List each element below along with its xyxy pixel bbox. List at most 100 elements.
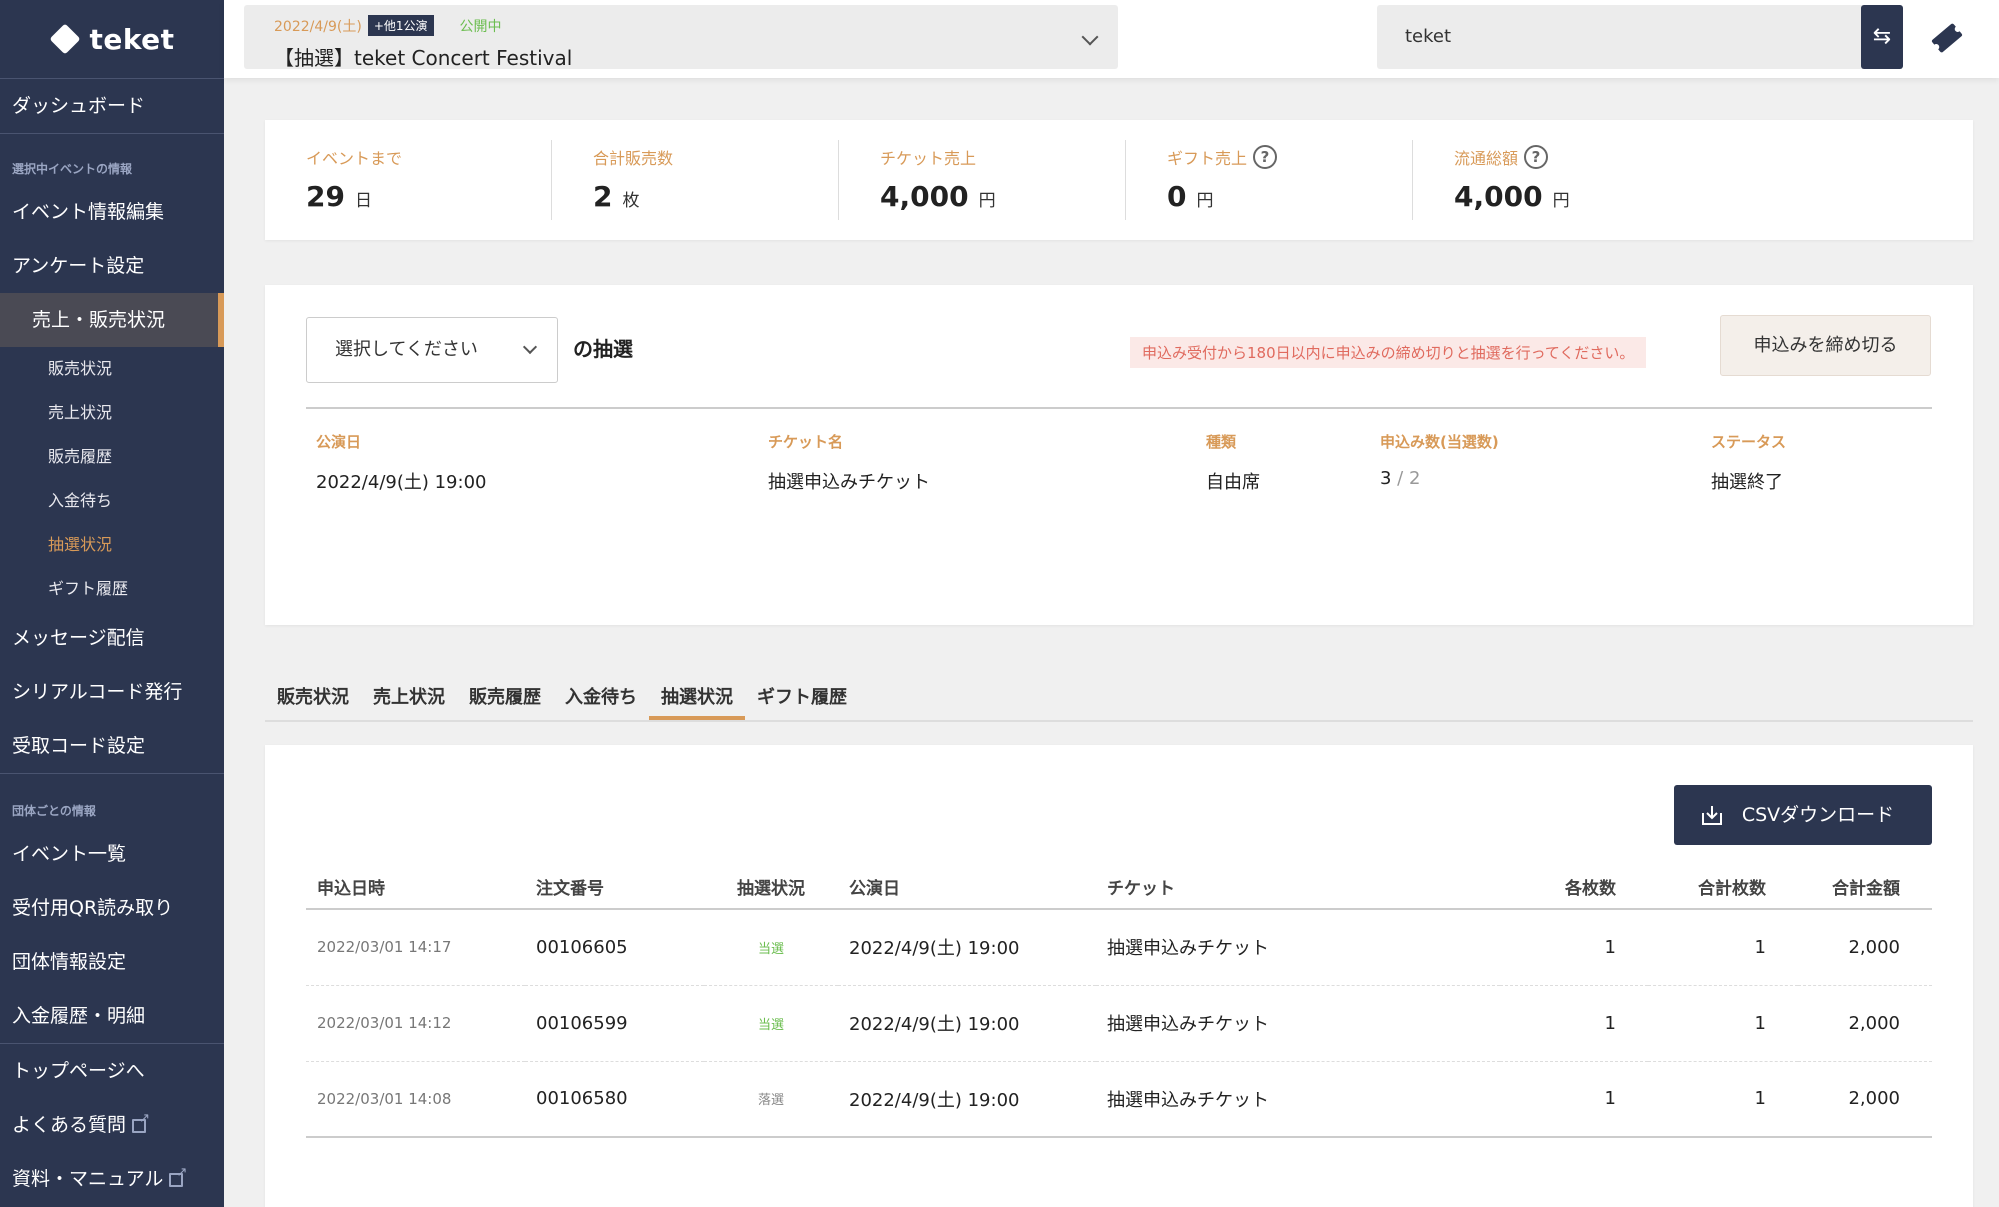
help-icon[interactable]: ? <box>1253 145 1278 169</box>
lottery-warning: 申込み受付から180日以内に申込みの締め切りと抽選を行ってください。 <box>1130 337 1647 368</box>
tab-pending[interactable]: 入金待ち <box>553 678 649 720</box>
tab-sales-status[interactable]: 販売状況 <box>265 678 361 720</box>
th-applied-at: 申込日時 <box>306 865 525 910</box>
stat-value: 2 <box>593 180 613 213</box>
lottery-heading: の抽選 <box>573 337 633 361</box>
tab-lottery[interactable]: 抽選状況 <box>649 678 745 720</box>
section-label-org: 団体ごとの情報 <box>12 804 96 818</box>
cell-each: 1 <box>1500 1061 1648 1138</box>
cell-status: 当選 <box>704 909 838 986</box>
event-title: 【抽選】teket Concert Festival <box>274 46 573 70</box>
sidebar-item-org-settings[interactable]: 団体情報設定 <box>0 935 224 989</box>
sidebar-item-receive-code[interactable]: 受取コード設定 <box>0 719 224 773</box>
tab-gift[interactable]: ギフト履歴 <box>745 678 859 720</box>
sidebar-item-faq[interactable]: よくある質問 <box>0 1098 224 1152</box>
summary-date: 2022/4/9(土) 19:00 <box>316 472 487 493</box>
col-header-type: 種類 <box>1206 433 1237 451</box>
sidebar-item-top-page[interactable]: トップページへ <box>0 1044 224 1098</box>
cell-ticket: 抽選申込みチケット <box>1096 985 1500 1062</box>
cell-applied-at: 2022/03/01 14:08 <box>306 1061 525 1138</box>
section-label-event: 選択中イベントの情報 <box>12 162 133 176</box>
sidebar-item-payments[interactable]: 入金履歴・明細 <box>0 989 224 1043</box>
stat-unit: 円 <box>1552 191 1570 211</box>
count-separator: / <box>1391 468 1409 489</box>
stat-label: 流通総額 <box>1454 149 1519 168</box>
tab-revenue[interactable]: 売上状況 <box>361 678 457 720</box>
stat-label: ギフト売上 <box>1167 149 1248 168</box>
nav-section-event: 選択中イベントの情報 イベント情報編集 アンケート設定 売上・販売状況 販売状況… <box>0 133 224 773</box>
sidebar-subitem-revenue[interactable]: 売上状況 <box>0 391 224 435</box>
event-date: 2022/4/9(土) <box>274 18 362 35</box>
tab-bar: 販売状況 売上状況 販売履歴 入金待ち 抽選状況 ギフト履歴 <box>265 678 1973 722</box>
table-header-row: 申込日時 注文番号 抽選状況 公演日 チケット 各枚数 合計枚数 合計金額 <box>306 865 1932 910</box>
cell-applied-at: 2022/03/01 14:12 <box>306 985 525 1062</box>
event-badge: +他1公演 <box>367 15 434 36</box>
cell-date: 2022/4/9(土) 19:00 <box>838 1061 1096 1138</box>
sidebar-item-dashboard[interactable]: ダッシュボード <box>0 79 224 133</box>
help-icon[interactable]: ? <box>1524 145 1549 169</box>
cell-ticket: 抽選申込みチケット <box>1096 909 1500 986</box>
stat-label: イベントまで <box>306 149 403 168</box>
th-each: 各枚数 <box>1500 865 1648 910</box>
tab-history[interactable]: 販売履歴 <box>457 678 553 720</box>
cell-amount: 2,000 <box>1798 985 1932 1062</box>
stat-gross-volume: 流通総額? 4,000 円 <box>1413 140 1700 220</box>
sidebar-subitem-lottery[interactable]: 抽選状況 <box>0 523 224 567</box>
sidebar-item-message[interactable]: メッセージ配信 <box>0 611 224 665</box>
sidebar-item-event-list[interactable]: イベント一覧 <box>0 827 224 881</box>
download-icon <box>1702 806 1722 825</box>
event-selector[interactable]: 2022/4/9(土) +他1公演 公開中 【抽選】teket Concert … <box>244 5 1118 70</box>
stat-unit: 日 <box>354 191 372 211</box>
external-link-icon <box>169 1166 187 1187</box>
switch-org-button[interactable]: ⇆ <box>1861 5 1903 69</box>
event-meta: 2022/4/9(土) +他1公演 公開中 <box>274 15 1088 36</box>
cell-each: 1 <box>1500 909 1648 986</box>
summary-ticket: 抽選申込みチケット <box>768 472 930 493</box>
table-row: 2022/03/01 14:08 00106580 落選 2022/4/9(土)… <box>306 1061 1932 1138</box>
th-total-qty: 合計枚数 <box>1648 865 1798 910</box>
cell-total-qty: 1 <box>1648 909 1798 986</box>
faq-label: よくある質問 <box>12 1114 127 1136</box>
th-amount: 合計金額 <box>1798 865 1932 910</box>
sidebar-item-qr[interactable]: 受付用QR読み取り <box>0 881 224 935</box>
performance-select[interactable]: 選択してください <box>306 317 558 383</box>
close-applications-button[interactable]: 申込みを締め切る <box>1720 315 1931 376</box>
summary-count: 3 / 2 <box>1380 468 1499 489</box>
th-date: 公演日 <box>838 865 1096 910</box>
csv-download-button[interactable]: CSVダウンロード <box>1674 785 1932 845</box>
stat-value: 29 <box>306 180 345 213</box>
nav-section-bottom: トップページへ よくある質問 資料・マニュアル <box>0 1043 224 1206</box>
cell-amount: 2,000 <box>1798 1061 1932 1138</box>
stat-label: チケット売上 <box>880 149 977 168</box>
event-status: 公開中 <box>459 18 502 35</box>
cell-date: 2022/4/9(土) 19:00 <box>838 909 1096 986</box>
stat-total-sold: 合計販売数 2枚 <box>552 140 839 220</box>
sidebar-item-survey[interactable]: アンケート設定 <box>0 239 224 293</box>
summary-status: 抽選終了 <box>1711 472 1783 493</box>
sidebar-item-event-edit[interactable]: イベント情報編集 <box>0 185 224 239</box>
nav-section-top: ダッシュボード <box>0 78 224 133</box>
brand-logo[interactable]: teket <box>0 0 224 78</box>
cell-applied-at: 2022/03/01 14:17 <box>306 909 525 986</box>
applied-count: 3 <box>1380 468 1392 489</box>
sidebar-item-manual[interactable]: 資料・マニュアル <box>0 1152 224 1206</box>
summary-type: 自由席 <box>1206 472 1260 493</box>
csv-download-label: CSVダウンロード <box>1741 804 1895 826</box>
th-status: 抽選状況 <box>704 865 838 910</box>
sidebar-subitem-sales-status[interactable]: 販売状況 <box>0 347 224 391</box>
col-header-count: 申込み数(当選数) <box>1380 433 1499 451</box>
sidebar-subitem-history[interactable]: 販売履歴 <box>0 435 224 479</box>
stat-ticket-sales: チケット売上 4,000 円 <box>839 140 1126 220</box>
sidebar-subitem-pending[interactable]: 入金待ち <box>0 479 224 523</box>
sidebar-item-serial[interactable]: シリアルコード発行 <box>0 665 224 719</box>
stat-value: 4,000 <box>1454 180 1543 213</box>
ticket-icon[interactable] <box>1927 20 1967 56</box>
won-count: 2 <box>1408 468 1421 489</box>
th-ticket: チケット <box>1096 865 1500 910</box>
org-name: teket <box>1377 5 1865 69</box>
divider <box>306 407 1932 409</box>
stat-unit: 円 <box>1196 191 1214 211</box>
sidebar-subitem-gift[interactable]: ギフト履歴 <box>0 567 224 611</box>
manual-label: 資料・マニュアル <box>12 1168 164 1190</box>
sidebar-item-sales[interactable]: 売上・販売状況 <box>0 293 224 347</box>
